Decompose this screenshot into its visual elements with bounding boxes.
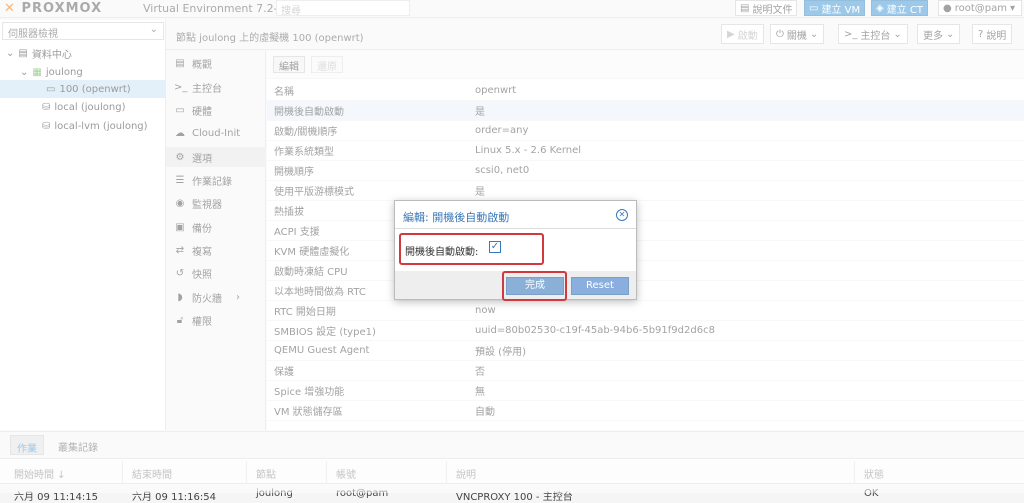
annotation-highlight-checkbox	[399, 233, 544, 265]
close-icon[interactable]: ✕	[616, 209, 628, 221]
annotation-highlight-ok	[502, 271, 567, 301]
dialog-title-bar: 編輯: 開機後自動啟動 ✕	[395, 201, 636, 229]
dialog-title: 編輯: 開機後自動啟動	[403, 211, 510, 224]
reset-button[interactable]: Reset	[571, 277, 629, 295]
